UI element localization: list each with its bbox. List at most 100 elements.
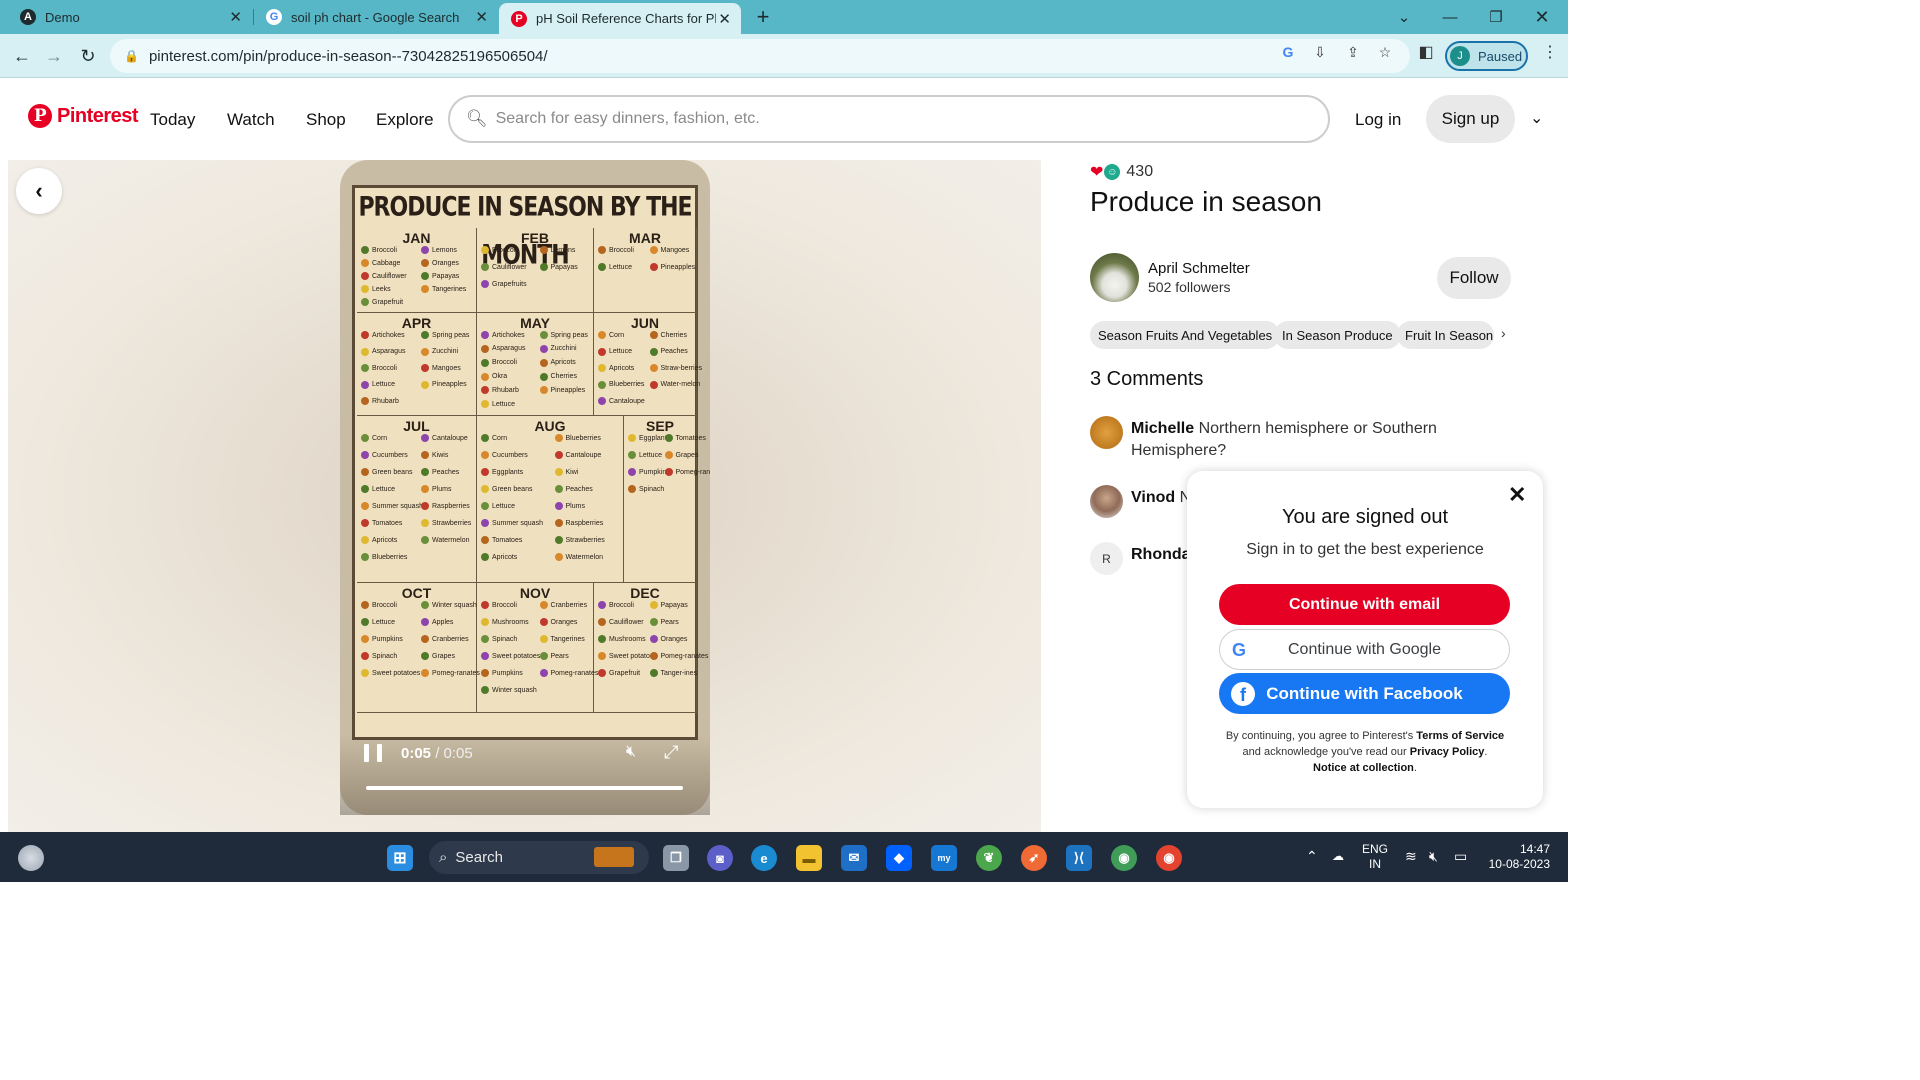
produce-label: Cauliflower	[609, 618, 644, 626]
tab-search-chevron-icon[interactable]: ⌄	[1381, 0, 1427, 34]
teams-chat-icon[interactable]: ◙	[707, 845, 733, 871]
windows-start-icon[interactable]: ⊞	[387, 845, 413, 871]
share-icon[interactable]: ⇪	[1343, 42, 1363, 62]
month-cell: MAR Broccoli Lettuce Mangoes Pineapples	[594, 228, 697, 313]
privacy-policy-link[interactable]: Privacy Policy	[1410, 746, 1485, 758]
close-tab-icon[interactable]: ✕	[229, 8, 242, 26]
tab-pinterest[interactable]: P pH Soil Reference Charts for Plan ✕	[499, 3, 741, 34]
close-tab-icon[interactable]: ✕	[475, 8, 488, 26]
produce-label: Water-melon	[660, 381, 701, 389]
produce-label: Corn	[372, 434, 388, 442]
commenter-avatar[interactable]: R	[1090, 542, 1123, 575]
maximize-icon[interactable]: ❐	[1473, 0, 1519, 34]
clock[interactable]: 14:47 10-08-2023	[1484, 842, 1550, 872]
produce-icon	[539, 331, 548, 339]
taskbar-search[interactable]: ⌕ Search	[429, 841, 649, 874]
commenter-avatar[interactable]	[1090, 416, 1123, 449]
google-lens-icon[interactable]: G	[1278, 42, 1298, 62]
close-tab-icon[interactable]: ✕	[718, 10, 731, 28]
continue-google-button[interactable]: G Continue with Google	[1219, 629, 1510, 670]
menu-kebab-icon[interactable]: ⋮	[1540, 42, 1560, 62]
produce-icon	[649, 246, 658, 254]
mail-icon[interactable]: ✉	[841, 845, 867, 871]
produce-icon	[421, 246, 429, 254]
back-arrow-icon[interactable]: ←	[8, 42, 36, 70]
search-box[interactable]: 🔍︎	[448, 95, 1330, 143]
search-input[interactable]	[495, 110, 1276, 128]
comment-author[interactable]: Rhonda	[1131, 546, 1191, 563]
nav-shop[interactable]: Shop	[306, 110, 346, 130]
author-name[interactable]: April Schmelter	[1148, 260, 1250, 277]
chevron-down-icon[interactable]: ⌄	[1530, 108, 1543, 128]
onedrive-icon[interactable]: ☁	[1332, 849, 1344, 864]
produce-item: Pumpkin	[628, 468, 666, 476]
wifi-icon[interactable]: ≋	[1405, 849, 1417, 864]
tag-chip[interactable]: In Season Produce	[1274, 321, 1401, 349]
commenter-avatar[interactable]	[1090, 485, 1123, 518]
file-explorer-icon[interactable]: ▬	[796, 845, 822, 871]
nav-today[interactable]: Today	[150, 110, 195, 130]
address-bar[interactable]: 🔒 pinterest.com/pin/produce-in-season--7…	[110, 39, 1410, 73]
avatar: J	[1450, 46, 1470, 66]
mute-icon[interactable]: 🔇︎	[626, 743, 636, 761]
produce-icon	[481, 451, 489, 459]
terms-of-service-link[interactable]: Terms of Service	[1416, 730, 1504, 742]
continue-facebook-button[interactable]: f Continue with Facebook	[1219, 673, 1510, 714]
new-tab-icon[interactable]: +	[740, 0, 786, 34]
side-panel-icon[interactable]: ◧	[1416, 42, 1436, 62]
chrome-icon[interactable]: ◉	[1156, 845, 1182, 871]
produce-label: Artichokes	[492, 331, 525, 339]
notice-at-collection-link[interactable]: Notice at collection	[1313, 762, 1414, 774]
vscode-icon[interactable]: ⟩⟨	[1066, 845, 1092, 871]
profile-button[interactable]: J Paused	[1445, 41, 1528, 71]
chrome-profile-icon[interactable]: ◉	[1111, 845, 1137, 871]
forward-arrow-icon[interactable]: →	[40, 42, 68, 70]
google-icon: G	[266, 9, 282, 25]
chevron-right-icon[interactable]: ›	[1501, 325, 1506, 341]
login-button[interactable]: Log in	[1343, 102, 1413, 138]
tag-chip[interactable]: Fruit In Season	[1397, 321, 1494, 349]
produce-icon	[421, 468, 429, 476]
mysql-icon[interactable]: my	[931, 845, 957, 871]
tray-chevron-up-icon[interactable]: ⌃	[1306, 849, 1318, 864]
fullscreen-icon[interactable]: ⤢	[664, 742, 678, 763]
reload-icon[interactable]: ↻	[74, 42, 102, 70]
pause-button[interactable]	[364, 744, 382, 762]
follow-button[interactable]: Follow	[1437, 257, 1511, 299]
window-close-icon[interactable]: ✕	[1519, 0, 1565, 34]
language-indicator[interactable]: ENG IN	[1362, 842, 1388, 872]
weather-icon[interactable]	[18, 845, 44, 871]
produce-icon	[361, 298, 369, 306]
pinterest-logo[interactable]: P Pinterest	[28, 104, 139, 128]
dropbox-icon[interactable]: ◆	[886, 845, 912, 871]
produce-icon	[421, 347, 429, 356]
video-player[interactable]: PRODUCE IN SEASON BY THE MONTH JAN Brocco…	[340, 160, 710, 815]
continue-email-button[interactable]: Continue with email	[1219, 584, 1510, 625]
install-app-icon[interactable]: ⇩	[1310, 42, 1330, 62]
postman-icon[interactable]: ➶	[1021, 845, 1047, 871]
nav-watch[interactable]: Watch	[227, 110, 275, 130]
back-button[interactable]: ‹	[16, 168, 62, 214]
task-view-icon[interactable]: ❐	[663, 845, 689, 871]
battery-icon[interactable]: ▭	[1454, 849, 1467, 864]
tab-google-search[interactable]: G soil ph chart - Google Search ✕	[254, 0, 498, 34]
author-avatar[interactable]	[1090, 253, 1139, 302]
minimize-icon[interactable]: —	[1427, 0, 1473, 34]
produce-label: Spring peas	[432, 331, 470, 339]
comment-author[interactable]: Vinod	[1131, 489, 1175, 506]
reactions[interactable]: ❤ ☺ 430	[1090, 162, 1153, 182]
produce-item: Lettuce	[628, 451, 662, 459]
produce-item: Corn	[361, 434, 387, 442]
volume-muted-icon[interactable]: 🔇︎	[1429, 849, 1438, 864]
edge-icon[interactable]: e	[751, 845, 777, 871]
produce-label: Sweet potatoes	[372, 669, 421, 677]
bookmark-star-icon[interactable]: ☆	[1375, 42, 1395, 62]
close-icon[interactable]: ✕	[1508, 482, 1526, 508]
spring-icon[interactable]: ❦	[976, 845, 1002, 871]
signup-button[interactable]: Sign up	[1426, 95, 1515, 143]
comment-author[interactable]: Michelle	[1131, 420, 1194, 437]
nav-explore[interactable]: Explore	[376, 110, 434, 130]
video-progress-bar[interactable]	[366, 786, 683, 790]
tag-chip[interactable]: Season Fruits And Vegetables	[1090, 321, 1281, 349]
tab-demo[interactable]: A Demo ✕	[8, 0, 252, 34]
